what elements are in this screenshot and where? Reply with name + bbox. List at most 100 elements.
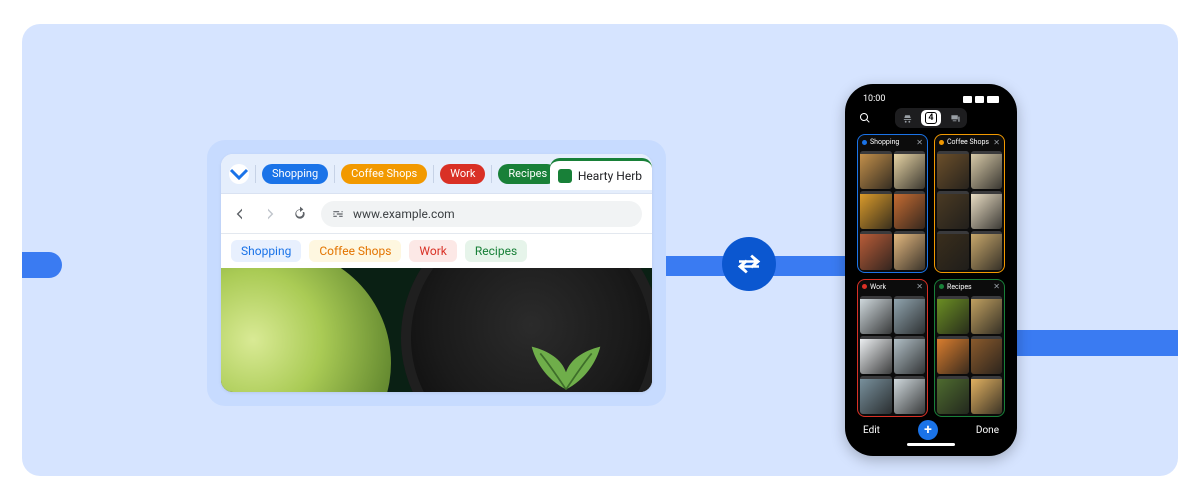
remote-tabs-segment[interactable]: [945, 110, 965, 126]
tab-thumbnail[interactable]: [894, 296, 926, 334]
tab-thumbnail[interactable]: [894, 336, 926, 374]
status-icons: [963, 96, 999, 103]
bookmark-chip-recipes[interactable]: Recipes: [465, 240, 527, 262]
tabs-segment[interactable]: 4: [921, 110, 941, 126]
tab-group-header: Shopping✕: [858, 135, 927, 149]
group-color-dot: [939, 140, 944, 145]
status-bar: 10:00: [853, 92, 1009, 106]
chevron-down-icon: [229, 164, 249, 184]
tab-thumbnail[interactable]: [860, 231, 892, 269]
stage: Shopping Coffee Shops Work Recipes Hearty H…: [22, 24, 1178, 476]
arrow-left-icon: [232, 206, 248, 222]
group-color-dot: [862, 140, 867, 145]
tab-group-header: Work ✕: [858, 280, 927, 294]
signal-icon: [963, 96, 972, 103]
close-group-button[interactable]: ✕: [916, 138, 923, 147]
decorative-ribbon: [22, 252, 62, 278]
group-thumbnails: [935, 294, 1004, 417]
edit-button[interactable]: Edit: [863, 425, 880, 436]
forward-button[interactable]: [261, 205, 279, 223]
bookmark-chip-shopping[interactable]: Shopping: [231, 240, 301, 262]
tab-thumbnail[interactable]: [894, 376, 926, 414]
new-tab-button[interactable]: +: [918, 420, 938, 440]
tab-thumbnail[interactable]: [894, 151, 926, 189]
tab-thumbnail[interactable]: [937, 296, 969, 334]
tab-group-pill-work[interactable]: Work: [440, 164, 485, 184]
search-icon: [859, 112, 871, 124]
divider: [334, 165, 335, 183]
tab-thumbnail[interactable]: [860, 151, 892, 189]
devices-icon: [950, 113, 961, 124]
active-tab-title: Hearty Herb: [578, 169, 642, 183]
tab-count-badge: 4: [925, 112, 936, 124]
tab-thumbnail[interactable]: [860, 376, 892, 414]
divider: [433, 165, 434, 183]
browser-window: Shopping Coffee Shops Work Recipes Hearty H…: [221, 154, 652, 392]
tab-thumbnail[interactable]: [860, 191, 892, 229]
phone-frame: 10:00 4 Sh: [845, 84, 1017, 456]
tab-thumbnail[interactable]: [971, 296, 1003, 334]
tab-groups-grid: Shopping✕ Coffee Shops ✕ Work ✕ Recipes ✕: [853, 130, 1009, 417]
tab-group-card-recipes[interactable]: Recipes ✕: [934, 279, 1005, 418]
wifi-icon: [975, 96, 984, 103]
reload-button[interactable]: [291, 205, 309, 223]
done-button[interactable]: Done: [976, 425, 999, 436]
phone-toolbar: 4: [853, 106, 1009, 130]
tab-overflow-button[interactable]: [229, 164, 249, 184]
group-label: Coffee Shops: [947, 138, 989, 146]
battery-icon: [987, 96, 999, 103]
site-settings-icon[interactable]: [331, 207, 345, 221]
group-label: Work: [870, 283, 886, 291]
tab-group-pill-shopping[interactable]: Shopping: [262, 164, 328, 184]
close-group-button[interactable]: ✕: [993, 138, 1000, 147]
address-bar[interactable]: www.example.com: [321, 201, 642, 227]
tab-group-card-shopping[interactable]: Shopping✕: [857, 134, 928, 273]
incognito-segment[interactable]: [897, 110, 917, 126]
url-text: www.example.com: [353, 207, 455, 221]
tab-group-header: Recipes ✕: [935, 280, 1004, 294]
bookmark-chip-row: Shopping Coffee Shops Work Recipes: [221, 234, 652, 268]
reload-icon: [292, 206, 308, 222]
desktop-browser-card: Shopping Coffee Shops Work Recipes Hearty H…: [207, 140, 666, 406]
status-time: 10:00: [863, 94, 885, 104]
back-button[interactable]: [231, 205, 249, 223]
page-content: [221, 268, 652, 392]
arrow-right-icon: [262, 206, 278, 222]
home-indicator: [907, 443, 955, 446]
tab-group-card-work[interactable]: Work ✕: [857, 279, 928, 418]
tab-thumbnail[interactable]: [937, 336, 969, 374]
active-tab[interactable]: Hearty Herb: [550, 158, 652, 190]
close-group-button[interactable]: ✕: [916, 282, 923, 291]
group-label: Recipes: [947, 283, 972, 291]
group-color-dot: [862, 284, 867, 289]
tab-thumbnail[interactable]: [971, 151, 1003, 189]
tab-group-card-coffee[interactable]: Coffee Shops ✕: [934, 134, 1005, 273]
tab-thumbnail[interactable]: [971, 191, 1003, 229]
tab-thumbnail[interactable]: [971, 336, 1003, 374]
tab-group-header: Coffee Shops ✕: [935, 135, 1004, 149]
tab-thumbnail[interactable]: [937, 191, 969, 229]
tab-thumbnail[interactable]: [894, 231, 926, 269]
group-thumbnails: [858, 149, 927, 272]
tab-thumbnail[interactable]: [937, 231, 969, 269]
bookmark-chip-coffee[interactable]: Coffee Shops: [309, 240, 401, 262]
tab-thumbnail[interactable]: [860, 296, 892, 334]
hero-image-herb: [521, 338, 611, 392]
toolbar: www.example.com: [221, 194, 652, 234]
swap-horiz-icon: [734, 249, 764, 279]
tab-thumbnail[interactable]: [971, 231, 1003, 269]
tab-group-pill-coffee[interactable]: Coffee Shops: [341, 164, 427, 184]
bookmark-chip-work[interactable]: Work: [409, 240, 456, 262]
tab-thumbnail[interactable]: [971, 376, 1003, 414]
tab-thumbnail[interactable]: [894, 191, 926, 229]
tab-group-pills: Shopping Coffee Shops Work Recipes: [262, 164, 557, 184]
group-thumbnails: [858, 294, 927, 417]
tab-group-pill-recipes[interactable]: Recipes: [498, 164, 557, 184]
tab-thumbnail[interactable]: [937, 151, 969, 189]
search-button[interactable]: [859, 109, 871, 128]
plus-icon: +: [924, 422, 932, 438]
close-group-button[interactable]: ✕: [993, 282, 1000, 291]
tab-thumbnail[interactable]: [860, 336, 892, 374]
tab-thumbnail[interactable]: [937, 376, 969, 414]
favicon-icon: [558, 169, 572, 183]
